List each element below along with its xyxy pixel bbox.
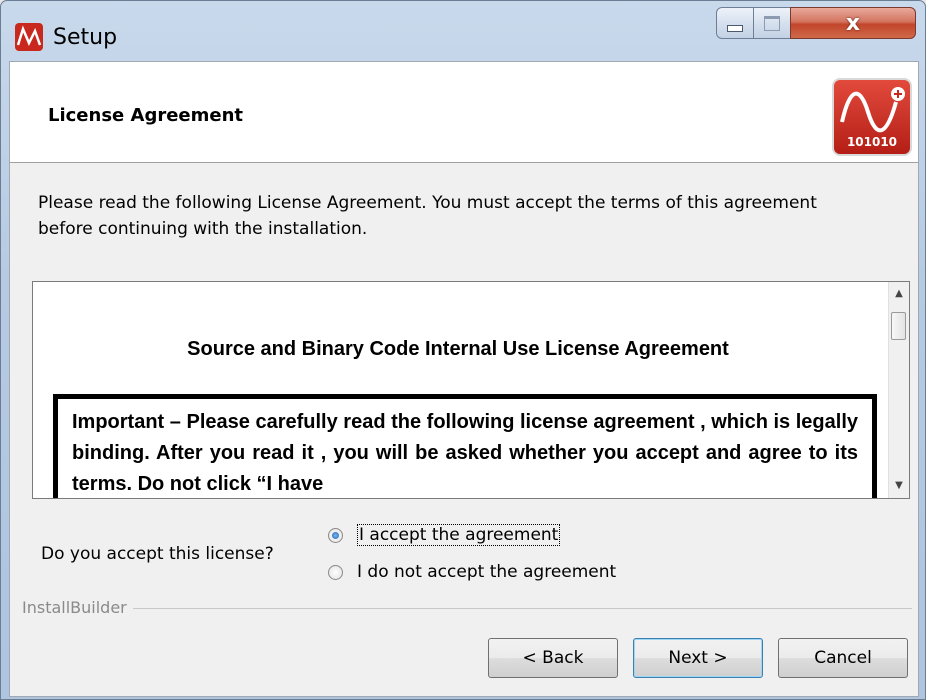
intro-text: Please read the following License Agreem…	[38, 193, 817, 239]
setup-window: Setup x License Agreement 101010 Please …	[0, 0, 926, 700]
vertical-scrollbar[interactable]: ▲ ▼	[888, 282, 909, 498]
product-logo: 101010	[832, 78, 912, 156]
accept-radio[interactable]	[328, 527, 343, 543]
scroll-up-icon[interactable]: ▲	[889, 284, 909, 304]
next-button[interactable]: Next >	[633, 638, 763, 678]
app-logo-icon	[15, 23, 43, 51]
scroll-thumb[interactable]	[891, 312, 906, 340]
decline-option[interactable]: I do not accept the agreement	[328, 562, 616, 582]
back-button[interactable]: < Back	[488, 638, 618, 678]
close-button[interactable]: x	[790, 7, 916, 39]
maximize-icon	[764, 15, 780, 31]
decline-radio[interactable]	[328, 564, 343, 580]
window-title: Setup	[53, 25, 118, 50]
logo-text: 101010	[846, 135, 898, 149]
license-body-text: Important – Please carefully read the fo…	[72, 411, 858, 495]
separator-line	[22, 608, 912, 609]
cancel-button[interactable]: Cancel	[778, 638, 908, 678]
license-text-area[interactable]: Source and Binary Code Internal Use Lice…	[32, 281, 910, 499]
minimize-icon	[727, 24, 743, 32]
accept-question-label: Do you accept this license?	[41, 544, 274, 564]
wizard-body: License Agreement 101010 Please read the…	[9, 61, 919, 697]
title-bar[interactable]: Setup x	[1, 1, 925, 61]
page-title: License Agreement	[48, 105, 244, 126]
sine-wave-logo-icon	[840, 87, 905, 133]
wizard-header: License Agreement 101010	[10, 62, 918, 163]
branding-label: InstallBuilder	[22, 598, 133, 617]
decline-option-label[interactable]: I do not accept the agreement	[357, 562, 616, 582]
minimize-button[interactable]	[716, 7, 754, 39]
license-important-box: Important – Please carefully read the fo…	[53, 394, 877, 498]
close-icon: x	[845, 10, 861, 36]
accept-option-label[interactable]: I accept the agreement	[357, 524, 561, 546]
branding-separator: InstallBuilder	[22, 598, 912, 618]
accept-option[interactable]: I accept the agreement	[328, 524, 561, 546]
license-heading: Source and Binary Code Internal Use Lice…	[187, 338, 729, 360]
maximize-button[interactable]	[753, 7, 791, 39]
scroll-down-icon[interactable]: ▼	[889, 476, 909, 496]
